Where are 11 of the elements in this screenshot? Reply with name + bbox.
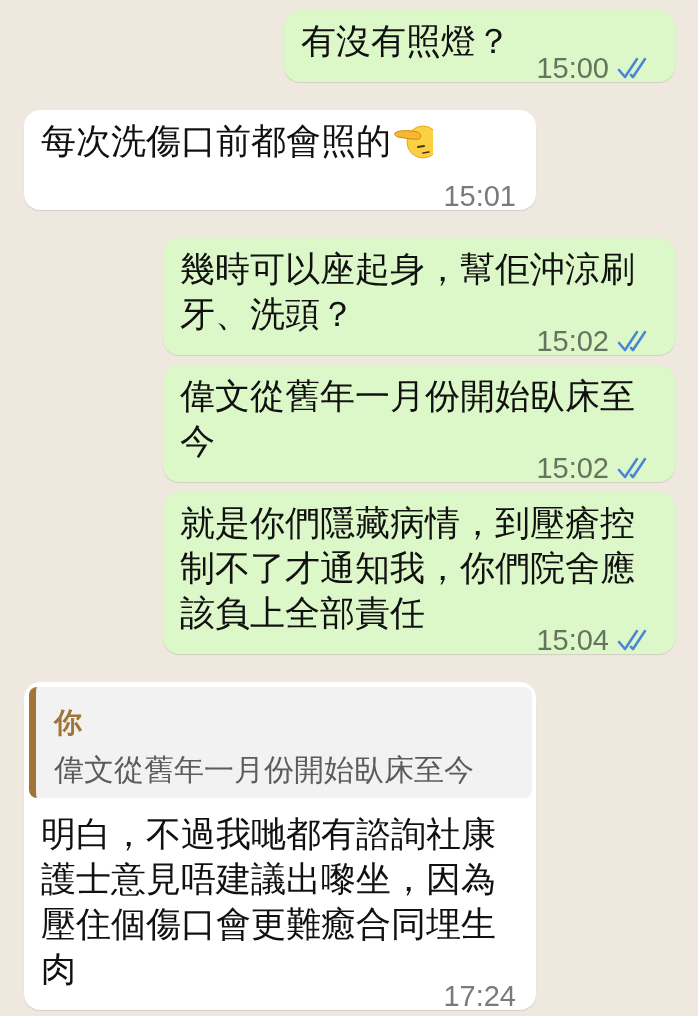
quoted-message[interactable]: 你 偉文從舊年一月份開始臥床至今: [29, 687, 532, 798]
message-time: 15:00: [536, 56, 609, 80]
quote-sender: 你: [54, 706, 82, 740]
message-text: 有沒有照燈？: [301, 22, 511, 60]
message-time: 17:24: [443, 984, 516, 1008]
message-time: 15:01: [443, 184, 516, 208]
quote-text: 偉文從舊年一月份開始臥床至今: [54, 752, 474, 788]
message-time: 15:02: [536, 329, 609, 353]
message-text: 每次洗傷口前都會照的: [41, 122, 391, 160]
message-time: 15:04: [536, 628, 609, 652]
message-time: 15:02: [536, 456, 609, 480]
